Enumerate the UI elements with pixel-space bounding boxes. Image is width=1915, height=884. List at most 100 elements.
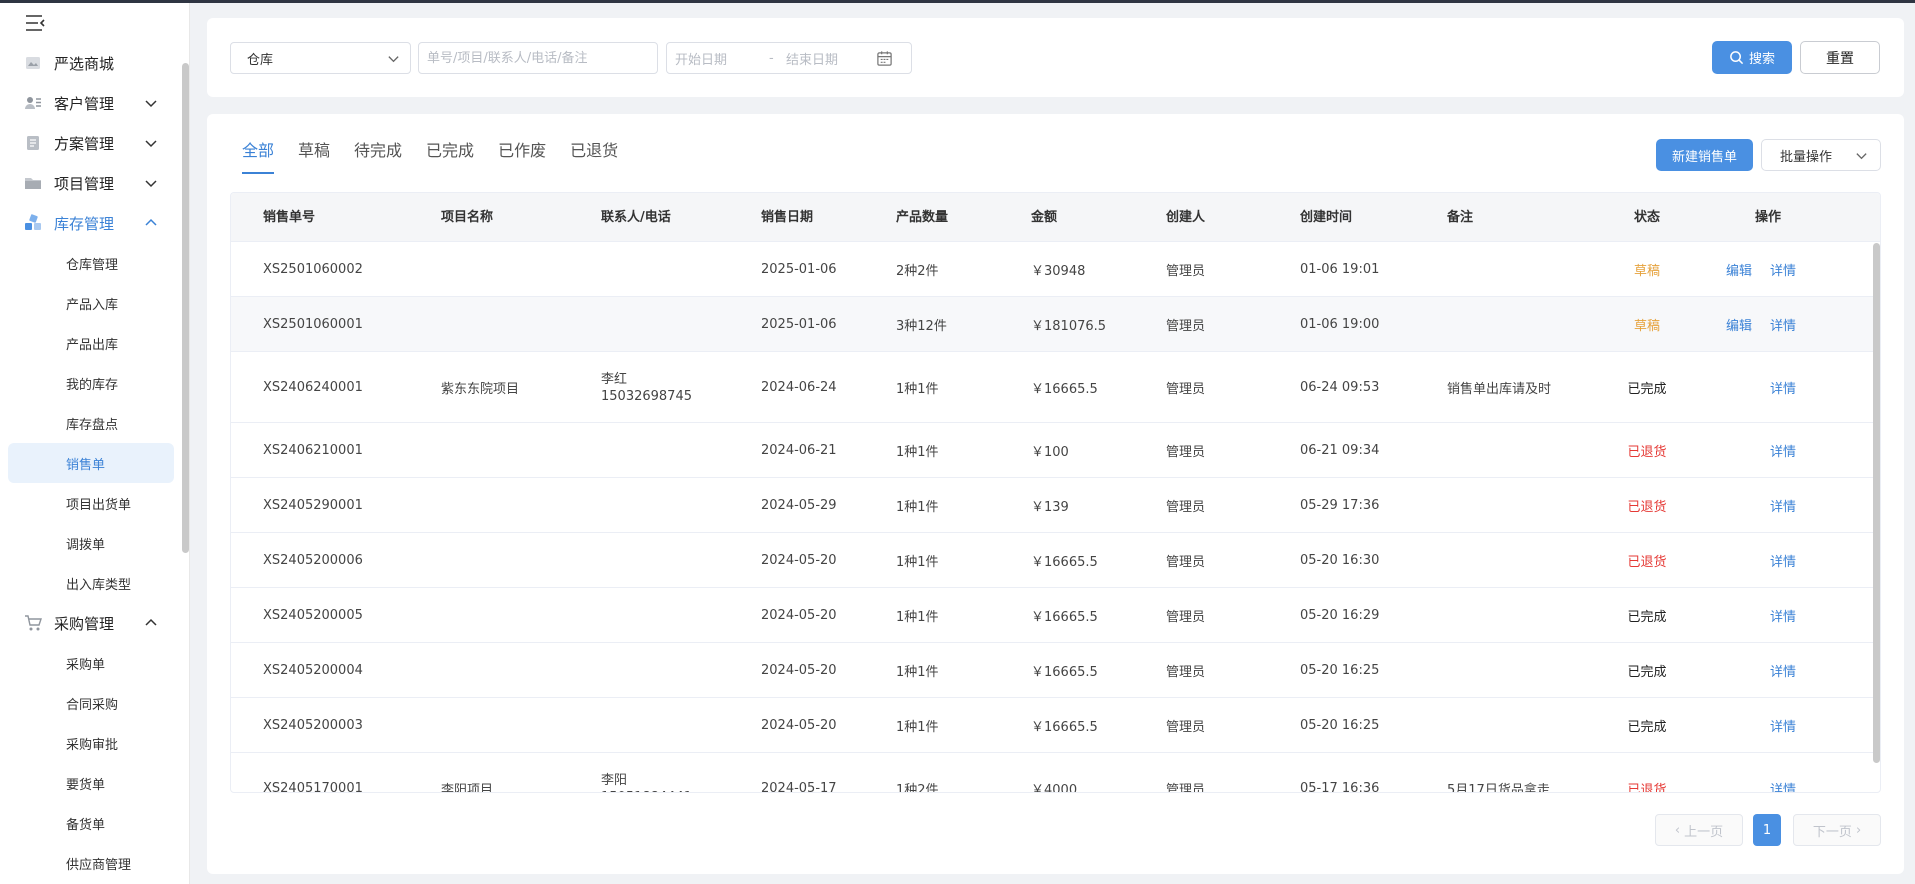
- sidebar-subitem[interactable]: 采购单: [0, 643, 180, 683]
- sidebar-subitem[interactable]: 出入库类型: [0, 563, 180, 603]
- table-scrollbar[interactable]: [1873, 243, 1880, 763]
- sidebar-subitem[interactable]: 仓库管理: [0, 243, 180, 283]
- sidebar-item-label: 客户管理: [54, 94, 115, 113]
- batch-actions-dropdown[interactable]: 批量操作: [1761, 139, 1881, 171]
- sidebar-subitem[interactable]: 要货单: [0, 763, 180, 803]
- sidebar-item-label: 方案管理: [54, 134, 115, 153]
- reset-button[interactable]: 重置: [1800, 41, 1880, 74]
- search-button[interactable]: 搜索: [1712, 41, 1792, 74]
- tab-1[interactable]: 草稿: [298, 134, 330, 168]
- detail-link[interactable]: 详情: [1770, 478, 1796, 533]
- table-row[interactable]: XS2405170001 李阳项目 李阳15051884441 2024-05-17 1…: [231, 753, 1880, 793]
- tab-2[interactable]: 待完成: [354, 134, 402, 168]
- amount: ￥16665.5: [1031, 610, 1098, 625]
- warehouse-select[interactable]: 仓库: [230, 42, 411, 74]
- sidebar-subitem[interactable]: 产品出库: [0, 323, 180, 363]
- status-badge: 已退货: [1627, 500, 1667, 515]
- sidebar-subitem[interactable]: 供应商管理: [0, 843, 180, 883]
- chevron-up-icon: [145, 218, 157, 226]
- detail-link[interactable]: 详情: [1770, 423, 1796, 478]
- page-number-current[interactable]: 1: [1753, 814, 1781, 846]
- creator: 管理员: [1166, 610, 1206, 625]
- detail-link[interactable]: 详情: [1770, 297, 1796, 352]
- tab-0[interactable]: 全部: [242, 134, 275, 174]
- detail-link[interactable]: 详情: [1770, 753, 1796, 792]
- search-icon: [1730, 51, 1744, 65]
- inventory-icon: [24, 214, 42, 232]
- table-row[interactable]: XS2405200004 2024-05-20 1种1件 ￥16665.5 管理员 05-…: [231, 643, 1880, 698]
- column-header: 联系人/电话: [601, 210, 671, 225]
- date-range-picker[interactable]: 开始日期 - 结束日期: [666, 42, 912, 74]
- sidebar-subitem[interactable]: 采购审批: [0, 723, 180, 763]
- current-page-label: 1: [1762, 822, 1772, 838]
- menu-collapse-icon[interactable]: [24, 13, 46, 33]
- status-badge: 已退货: [1627, 783, 1667, 793]
- amount: ￥4000: [1031, 783, 1078, 793]
- product-quantity: 1种1件: [896, 555, 939, 570]
- created-time: 05-29 17:36: [1300, 498, 1380, 513]
- chevron-down-icon: [145, 140, 157, 148]
- detail-link[interactable]: 详情: [1770, 352, 1796, 423]
- sale-date: 2024-05-29: [761, 498, 837, 513]
- edit-link[interactable]: 编辑: [1726, 297, 1752, 352]
- sidebar-item-0[interactable]: 严选商城: [0, 43, 180, 83]
- detail-link[interactable]: 详情: [1770, 643, 1796, 698]
- table-row[interactable]: XS2406240001 紫东东院项目 李红 15032698745 2024-06-2…: [231, 352, 1880, 423]
- sale-date: 2024-05-20: [761, 553, 837, 568]
- tab-3[interactable]: 已完成: [426, 134, 474, 168]
- sidebar-item-5[interactable]: 采购管理: [0, 603, 180, 643]
- sidebar-subitem[interactable]: 调拨单: [0, 523, 180, 563]
- detail-link[interactable]: 详情: [1770, 698, 1796, 753]
- product-quantity: 1种1件: [896, 720, 939, 735]
- keyword-search-input[interactable]: [418, 42, 658, 74]
- next-page-button[interactable]: 下一页 ›: [1793, 814, 1881, 846]
- detail-link[interactable]: 详情: [1770, 533, 1796, 588]
- created-time: 05-20 16:29: [1300, 608, 1380, 623]
- contact-phone: 15032698745: [601, 388, 692, 404]
- created-time: 05-20 16:25: [1300, 663, 1380, 678]
- sale-date: 2025-01-06: [761, 317, 837, 332]
- table-row[interactable]: XS2405200005 2024-05-20 1种1件 ￥16665.5 管理员 05-…: [231, 588, 1880, 643]
- remark: 5月17日货品拿走: [1447, 783, 1550, 793]
- detail-link[interactable]: 详情: [1770, 588, 1796, 643]
- detail-link[interactable]: 详情: [1770, 242, 1796, 297]
- column-header: 产品数量: [896, 210, 949, 225]
- status-badge: 已退货: [1627, 555, 1667, 570]
- edit-link[interactable]: 编辑: [1726, 242, 1752, 297]
- sidebar-subitem[interactable]: 销售单: [8, 443, 174, 483]
- table-row[interactable]: XS2405200006 2024-05-20 1种1件 ￥16665.5 管理员 05-…: [231, 533, 1880, 588]
- sidebar-subitem[interactable]: 库存盘点: [0, 403, 180, 443]
- created-time: 05-20 16:25: [1300, 718, 1380, 733]
- contact-name: 李红: [601, 371, 628, 387]
- table-row[interactable]: XS2405290001 2024-05-29 1种1件 ￥139 管理员 05-29 1…: [231, 478, 1880, 533]
- order-number: XS2405170001: [263, 781, 363, 793]
- order-number: XS2405200006: [263, 553, 363, 568]
- sidebar-item-3[interactable]: 项目管理: [0, 163, 180, 203]
- table-row[interactable]: XS2406210001 2024-06-21 1种1件 ￥100 管理员 06-21 0…: [231, 423, 1880, 478]
- order-number: XS2406210001: [263, 443, 363, 458]
- contact-phone: 15051884441: [601, 789, 692, 793]
- sidebar-subitem[interactable]: 备货单: [0, 803, 180, 843]
- tab-4[interactable]: 已作废: [498, 134, 546, 168]
- table-row[interactable]: XS2501060001 2025-01-06 3种12件 ￥181076.5 管理员 0…: [231, 297, 1880, 352]
- created-time: 01-06 19:01: [1300, 262, 1380, 277]
- sidebar-subitem[interactable]: 产品入库: [0, 283, 180, 323]
- sidebar-subitem[interactable]: 我的库存: [0, 363, 180, 403]
- sidebar-item-1[interactable]: 客户管理: [0, 83, 180, 123]
- prev-page-label: 上一页: [1684, 824, 1724, 840]
- table-row[interactable]: XS2501060002 2025-01-06 2种2件 ￥30948 管理员 01-06…: [231, 242, 1880, 297]
- prev-page-button[interactable]: ‹ 上一页: [1655, 814, 1743, 846]
- creator: 管理员: [1166, 500, 1206, 515]
- amount: ￥16665.5: [1031, 665, 1098, 680]
- sidebar-subitem[interactable]: 项目出货单: [0, 483, 180, 523]
- new-sales-order-button[interactable]: 新建销售单: [1656, 139, 1753, 171]
- status-badge: 已退货: [1627, 445, 1667, 460]
- tab-5[interactable]: 已退货: [570, 134, 618, 168]
- table-row[interactable]: XS2405200003 2024-05-20 1种1件 ￥16665.5 管理员 05-…: [231, 698, 1880, 753]
- sidebar-subitem[interactable]: 合同采购: [0, 683, 180, 723]
- sale-date: 2024-05-20: [761, 718, 837, 733]
- product-quantity: 1种1件: [896, 610, 939, 625]
- sidebar-item-2[interactable]: 方案管理: [0, 123, 180, 163]
- sidebar-item-4[interactable]: 库存管理: [0, 203, 180, 243]
- sidebar-scrollbar[interactable]: [182, 63, 189, 553]
